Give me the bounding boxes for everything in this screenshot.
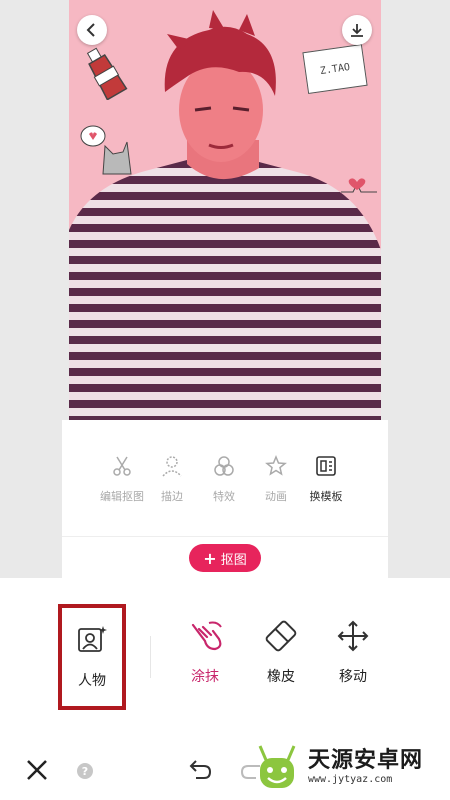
tool-label: 描边 bbox=[161, 490, 183, 503]
note-sticker-text: Z.TAO bbox=[319, 61, 351, 77]
chevron-left-icon bbox=[86, 23, 95, 37]
tool-label: 特效 bbox=[213, 490, 235, 503]
help-button[interactable]: ? bbox=[77, 763, 93, 779]
tool-label: 换模板 bbox=[309, 490, 343, 503]
tool-outline[interactable]: 描边 bbox=[144, 452, 200, 504]
tool-effects[interactable]: 特效 bbox=[196, 452, 252, 504]
cat-heart-sticker[interactable] bbox=[75, 122, 141, 180]
tool-move-label: 移动 bbox=[339, 669, 367, 685]
scissors-icon bbox=[113, 456, 131, 476]
close-icon[interactable] bbox=[22, 755, 52, 785]
watermark-url: www.jytyaz.com bbox=[308, 774, 393, 785]
soda-bottle-sticker[interactable] bbox=[83, 42, 131, 100]
add-cutout-button[interactable]: + 抠图 bbox=[189, 544, 261, 572]
tool-move[interactable]: 移动 bbox=[322, 616, 384, 686]
tool-person[interactable]: 人物 bbox=[58, 604, 126, 710]
panel-divider bbox=[62, 536, 388, 537]
template-icon bbox=[316, 456, 336, 476]
undo-icon[interactable] bbox=[186, 756, 214, 784]
watermark: 天源安卓网 www.jytyaz.com bbox=[252, 736, 450, 796]
download-icon bbox=[351, 24, 363, 37]
move-arrows-icon bbox=[337, 620, 369, 652]
tool-person-label: 人物 bbox=[78, 673, 106, 689]
heart-doodle-sticker[interactable] bbox=[339, 172, 379, 198]
tool-smear[interactable]: 涂抹 bbox=[174, 616, 236, 686]
tool-edit-cutout[interactable]: 编辑抠图 bbox=[94, 452, 150, 504]
help-icon: ? bbox=[81, 764, 89, 778]
hand-swipe-icon bbox=[191, 621, 222, 651]
tool-animation[interactable]: 动画 bbox=[248, 452, 304, 504]
add-cutout-label: 抠图 bbox=[220, 552, 247, 568]
tool-eraser[interactable]: 橡皮 bbox=[250, 616, 312, 686]
tool-label: 编辑抠图 bbox=[100, 490, 144, 503]
eraser-icon bbox=[265, 620, 297, 652]
watermark-title: 天源安卓网 bbox=[308, 748, 424, 773]
photo-canvas[interactable]: Z.TAO bbox=[69, 0, 381, 420]
back-button[interactable] bbox=[77, 15, 107, 45]
sheet-divider bbox=[150, 636, 151, 678]
download-button[interactable] bbox=[342, 15, 372, 45]
watermark-logo bbox=[258, 745, 296, 788]
tool-change-template[interactable]: 换模板 bbox=[298, 452, 354, 504]
tool-eraser-label: 橡皮 bbox=[267, 669, 295, 685]
star-icon bbox=[265, 455, 287, 476]
note-sticker[interactable]: Z.TAO bbox=[302, 44, 368, 94]
circles-icon bbox=[214, 456, 234, 476]
plus-icon: + bbox=[203, 548, 217, 568]
tool-label: 动画 bbox=[265, 490, 287, 503]
person-outline-icon bbox=[162, 456, 182, 477]
portrait-icon bbox=[78, 626, 107, 652]
tool-smear-label: 涂抹 bbox=[191, 669, 219, 685]
